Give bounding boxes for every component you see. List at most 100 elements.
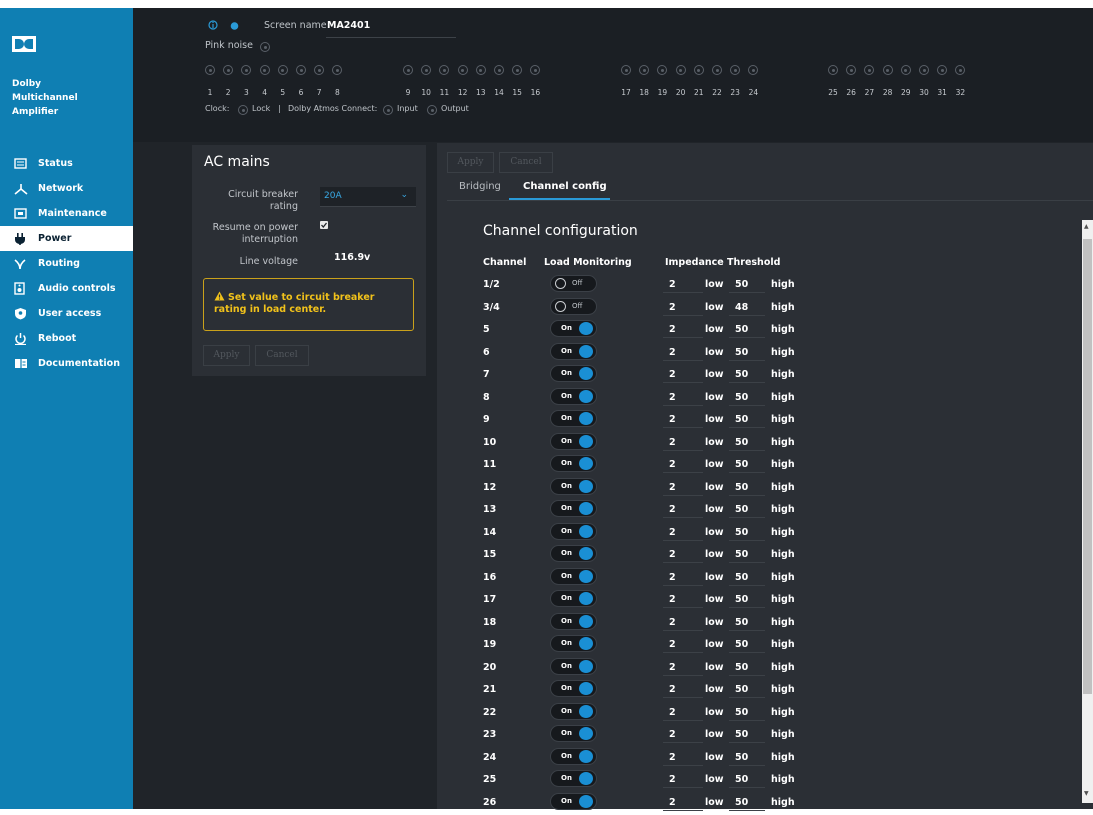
impedance-low-value[interactable]: 2 [669, 392, 676, 403]
load-monitoring-toggle[interactable]: On [550, 342, 597, 360]
impedance-high-value[interactable]: 50 [735, 527, 748, 538]
channel-led-icon[interactable] [937, 65, 948, 75]
channel-led-icon[interactable] [730, 65, 741, 75]
impedance-high-value[interactable]: 50 [735, 617, 748, 628]
impedance-low-value[interactable]: 2 [669, 729, 676, 740]
channel-led-icon[interactable] [332, 65, 343, 75]
impedance-high-value[interactable]: 50 [735, 639, 748, 650]
load-monitoring-toggle[interactable]: On [550, 432, 597, 450]
load-monitoring-toggle[interactable]: On [550, 545, 597, 562]
load-monitoring-toggle[interactable]: Off [550, 297, 597, 315]
impedance-high-value[interactable]: 50 [735, 684, 748, 695]
channel-led-icon[interactable] [675, 65, 686, 75]
channel-led-icon[interactable] [900, 65, 911, 75]
impedance-low-value[interactable]: 2 [669, 774, 676, 785]
screen-name-value[interactable]: MA2401 [327, 20, 370, 31]
pink-noise-led-icon[interactable] [260, 42, 270, 52]
impedance-low-value[interactable]: 2 [669, 617, 676, 628]
load-monitoring-toggle[interactable]: On [550, 477, 597, 495]
channel-led-icon[interactable] [712, 65, 722, 75]
info-icon[interactable] [208, 20, 218, 33]
channel-led-icon[interactable] [512, 65, 523, 75]
impedance-high-value[interactable]: 50 [735, 572, 748, 583]
impedance-low-value[interactable]: 2 [669, 797, 676, 808]
tab-channel-config[interactable]: Channel config [523, 181, 607, 192]
load-monitoring-toggle[interactable]: On [550, 770, 597, 787]
impedance-low-value[interactable]: 2 [669, 707, 676, 718]
load-monitoring-toggle[interactable]: On [550, 522, 597, 540]
impedance-low-value[interactable]: 2 [669, 752, 676, 763]
sidebar-item-reboot[interactable]: Reboot [0, 326, 133, 351]
channel-led-icon[interactable] [748, 65, 759, 75]
scroll-down-icon[interactable]: ▼ [1084, 790, 1089, 797]
channel-led-icon[interactable] [457, 65, 468, 75]
impedance-high-value[interactable]: 50 [735, 459, 748, 470]
impedance-high-value[interactable]: 50 [735, 482, 748, 493]
load-monitoring-toggle[interactable]: On [550, 365, 597, 382]
channel-led-icon[interactable] [205, 65, 215, 75]
impedance-high-value[interactable]: 50 [735, 752, 748, 763]
impedance-high-value[interactable]: 50 [735, 279, 748, 290]
channel-apply-button[interactable]: Apply [447, 152, 494, 173]
sidebar-item-documentation[interactable]: Documentation [0, 351, 133, 376]
sidebar-item-audio-controls[interactable]: Audio controls [0, 276, 133, 301]
impedance-low-value[interactable]: 2 [669, 572, 676, 583]
impedance-low-value[interactable]: 2 [669, 437, 676, 448]
load-monitoring-toggle[interactable]: On [550, 500, 597, 517]
sidebar-item-power[interactable]: Power [0, 226, 133, 251]
impedance-low-value[interactable]: 2 [669, 594, 676, 605]
resume-power-checkbox[interactable] [320, 221, 328, 229]
channel-led-icon[interactable] [223, 65, 234, 75]
load-monitoring-toggle[interactable]: On [550, 792, 597, 810]
channel-led-icon[interactable] [475, 65, 486, 75]
impedance-high-value[interactable]: 50 [735, 774, 748, 785]
impedance-high-value[interactable]: 50 [735, 797, 748, 808]
impedance-high-value[interactable]: 50 [735, 414, 748, 425]
channel-led-icon[interactable] [296, 65, 306, 75]
impedance-high-value[interactable]: 50 [735, 594, 748, 605]
channel-led-icon[interactable] [277, 65, 288, 75]
breaker-rating-select[interactable]: 20A ⌄ [320, 187, 416, 207]
impedance-high-value[interactable]: 50 [735, 504, 748, 515]
channel-led-icon[interactable] [955, 65, 966, 75]
load-monitoring-toggle[interactable]: On [550, 680, 597, 697]
scrollbar-thumb[interactable] [1083, 239, 1092, 694]
impedance-low-value[interactable]: 2 [669, 549, 676, 560]
load-monitoring-toggle[interactable]: On [550, 455, 597, 472]
channel-led-icon[interactable] [657, 65, 668, 75]
channel-led-icon[interactable] [314, 65, 325, 75]
sidebar-item-user-access[interactable]: User access [0, 301, 133, 326]
channel-led-icon[interactable] [439, 65, 450, 75]
impedance-low-value[interactable]: 2 [669, 482, 676, 493]
impedance-low-value[interactable]: 2 [669, 324, 676, 335]
load-monitoring-toggle[interactable]: Off [550, 275, 597, 292]
load-monitoring-toggle[interactable]: On [550, 702, 597, 720]
load-monitoring-toggle[interactable]: On [550, 567, 597, 585]
impedance-high-value[interactable]: 50 [735, 549, 748, 560]
scroll-up-icon[interactable]: ▲ [1084, 223, 1089, 230]
sidebar-item-maintenance[interactable]: Maintenance [0, 201, 133, 226]
channel-led-icon[interactable] [421, 65, 432, 75]
impedance-high-value[interactable]: 50 [735, 347, 748, 358]
impedance-high-value[interactable]: 50 [735, 662, 748, 673]
load-monitoring-toggle[interactable]: On [550, 725, 597, 742]
tab-bridging[interactable]: Bridging [459, 181, 501, 192]
load-monitoring-toggle[interactable]: On [550, 387, 597, 405]
impedance-low-value[interactable]: 2 [669, 279, 676, 290]
ac-apply-button[interactable]: Apply [203, 345, 250, 366]
sidebar-item-status[interactable]: Status [0, 151, 133, 176]
sidebar-item-network[interactable]: Network [0, 176, 133, 201]
impedance-low-value[interactable]: 2 [669, 639, 676, 650]
impedance-low-value[interactable]: 2 [669, 527, 676, 538]
channel-cancel-button[interactable]: Cancel [499, 152, 553, 173]
load-monitoring-toggle[interactable]: On [550, 612, 597, 630]
impedance-low-value[interactable]: 2 [669, 302, 676, 313]
channel-led-icon[interactable] [846, 65, 857, 75]
channel-led-icon[interactable] [919, 65, 929, 75]
load-monitoring-toggle[interactable]: On [550, 590, 597, 607]
impedance-low-value[interactable]: 2 [669, 414, 676, 425]
impedance-low-value[interactable]: 2 [669, 662, 676, 673]
load-monitoring-toggle[interactable]: On [550, 747, 597, 765]
load-monitoring-toggle[interactable]: On [550, 410, 597, 427]
impedance-high-value[interactable]: 50 [735, 437, 748, 448]
